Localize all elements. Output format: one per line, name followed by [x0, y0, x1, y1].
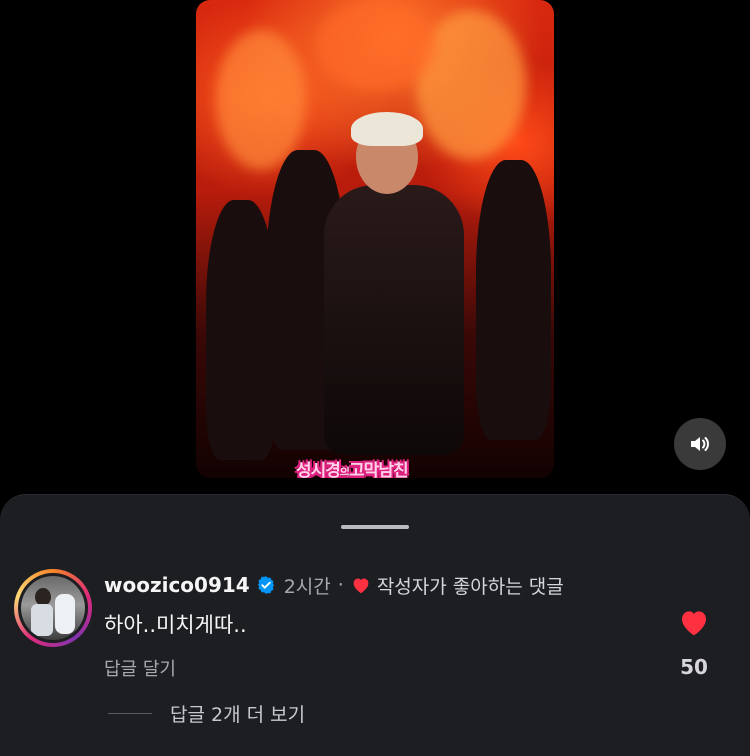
comment-text: 하아..미치게따.. [104, 613, 247, 637]
speaker-on-icon [691, 437, 709, 451]
video-flame [316, 0, 436, 90]
heart-filled-icon [682, 611, 706, 636]
meta-separator: · [337, 574, 344, 596]
reply-button[interactable]: 답글 달기 [104, 655, 176, 681]
caption-small: 의 [339, 466, 350, 478]
liked-by-author-heart-icon [351, 576, 371, 594]
reel-video[interactable]: 성시경의고막남친 [196, 0, 554, 478]
avatar-figure [55, 594, 75, 634]
avatar [18, 573, 88, 643]
avatar-story-ring[interactable] [14, 569, 92, 647]
like-button[interactable] [676, 605, 712, 639]
replies-divider-line [108, 713, 152, 714]
like-count: 50 [680, 655, 708, 679]
caption-part2: 고막남친 [349, 461, 409, 478]
sound-toggle-button[interactable] [674, 418, 726, 470]
view-more-replies-button[interactable]: 답글 2개 더 보기 [170, 700, 305, 727]
caption-part1: 성시경 [296, 461, 341, 478]
avatar-image [21, 576, 85, 640]
comments-sheet: woozico0914 2시간 · 작성자가 좋아하는 댓글 하아..미치게따.… [0, 494, 750, 756]
sheet-drag-handle[interactable] [341, 525, 409, 529]
video-performer-hair [351, 112, 423, 146]
comment-time: 2시간 [283, 575, 331, 598]
avatar-figure [31, 604, 53, 636]
verified-badge-icon [256, 575, 276, 595]
comment-header: woozico0914 2시간 · 작성자가 좋아하는 댓글 [104, 571, 564, 599]
video-flame [216, 30, 306, 170]
comment-username[interactable]: woozico0914 [104, 573, 250, 597]
liked-by-author-label: 작성자가 좋아하는 댓글 [376, 575, 564, 598]
video-performer [324, 185, 464, 455]
video-caption: 성시경의고막남친 [296, 456, 409, 478]
video-dancer [476, 160, 551, 440]
